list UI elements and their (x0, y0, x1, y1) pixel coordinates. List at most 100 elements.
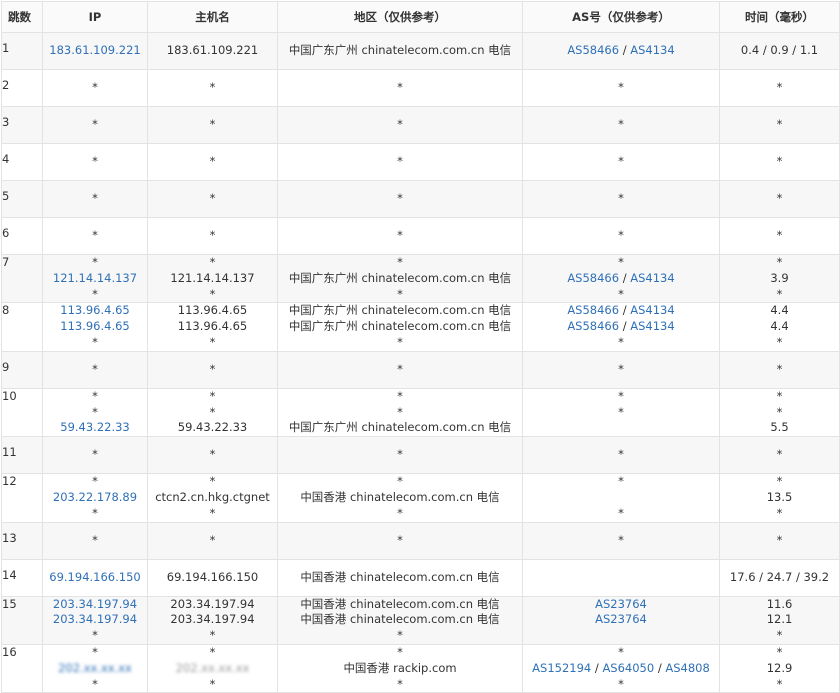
hostname-cell: * * 59.43.22.33 (147, 387, 278, 438)
asn-link[interactable]: AS4134 (630, 303, 674, 317)
asn-link[interactable]: AS58466 (567, 271, 619, 285)
region-cell-line: 中国广东广州 chinatelecom.com.cn 电信 (288, 270, 512, 285)
table-row: 13 * * * * * (1, 521, 840, 560)
ip-cell: 203.34.197.94 203.34.197.94 * (42, 595, 148, 645)
asn-link[interactable]: AS58466 (567, 43, 619, 57)
header-time: 时间（毫秒） (719, 1, 840, 33)
hostname-cell: * 202.xx.xx.xx * (147, 643, 278, 693)
ip-cell-line: * (92, 361, 98, 376)
time-cell: * (719, 436, 840, 475)
ip-link[interactable]: 113.96.4.65 (43, 319, 147, 335)
region-cell-line: * (397, 388, 403, 403)
ip-cell-line: * (92, 644, 98, 659)
time-cell-line: * (776, 532, 783, 547)
hop-number: 8 (1, 302, 43, 352)
asn-link[interactable]: AS23764 (595, 597, 647, 611)
table-row: 5 * * * * * (1, 180, 840, 218)
time-cell-line: 12.9 (766, 660, 793, 675)
asn-link[interactable]: AS4134 (630, 43, 674, 57)
asn-empty: * (618, 228, 624, 243)
hostname-cell-line: * (209, 228, 216, 243)
asn-link[interactable]: AS58466 (567, 303, 619, 317)
region-cell-line: 中国香港 chinatelecom.com.cn 电信 (300, 569, 500, 584)
hostname-cell-line: * (209, 154, 216, 169)
time-cell-line: * (776, 191, 783, 206)
asn-link[interactable]: AS4808 (665, 661, 709, 675)
ip-link[interactable]: 203.22.178.89 (43, 490, 147, 506)
hop-number: 10 (1, 387, 43, 438)
ip-link[interactable]: 183.61.109.221 (43, 43, 147, 59)
time-cell-line: * (776, 676, 783, 691)
hostname-cell-line: * (209, 404, 216, 419)
ip-link[interactable]: 202.xx.xx.xx (43, 661, 147, 677)
hostname-cell-line: 113.96.4.65 (177, 303, 248, 318)
asn-cell (522, 558, 720, 597)
hostname-cell-line: 203.34.197.94 (170, 596, 255, 611)
asn-link[interactable]: AS23764 (595, 612, 647, 626)
hop-number: 11 (1, 436, 43, 475)
region-cell: * (277, 106, 523, 144)
asn-link[interactable]: AS58466 (567, 319, 619, 333)
hop-number: 7 (1, 253, 43, 304)
asn-line: * (523, 362, 719, 378)
ip-link[interactable]: 59.43.22.33 (43, 420, 147, 436)
ip-cell: * (42, 436, 148, 475)
ip-cell: 69.194.166.150 (42, 558, 148, 597)
asn-link[interactable]: AS152194 (532, 661, 591, 675)
hostname-cell-line: 121.14.14.137 (170, 270, 255, 285)
ip-cell-line: * (92, 191, 98, 206)
hostname-cell: 183.61.109.221 (147, 32, 278, 70)
table-row: 4 * * * * * (1, 143, 840, 181)
asn-cell: * (522, 69, 720, 107)
ip-link[interactable]: 121.14.14.137 (43, 271, 147, 287)
asn-line: * (523, 228, 719, 244)
hostname-cell-line: 113.96.4.65 (177, 319, 248, 334)
region-cell: * (277, 521, 523, 560)
time-cell-line: 3.9 (770, 270, 789, 285)
ip-cell: * (42, 143, 148, 181)
ip-cell-line: * (92, 532, 98, 547)
ip-link[interactable]: 203.34.197.94 (43, 612, 147, 628)
region-cell: * (277, 350, 523, 389)
region-cell-line: * (397, 474, 403, 489)
time-cell-line: 17.6 / 24.7 / 39.2 (729, 569, 830, 584)
time-cell: * (719, 350, 840, 389)
ip-link[interactable]: 203.34.197.94 (43, 597, 147, 613)
asn-link[interactable]: AS64050 (602, 661, 654, 675)
ip-cell: * 121.14.14.137 * (42, 253, 148, 304)
hostname-cell-line: ctcn2.cn.hkg.ctgnet (155, 489, 270, 504)
table-row: 3 * * * * * (1, 106, 840, 144)
table-row: 14 69.194.166.150 69.194.166.150 中国香港 china… (1, 558, 840, 597)
region-cell-line: 中国香港 chinatelecom.com.cn 电信 (300, 489, 500, 504)
ip-cell-line: * (92, 447, 98, 462)
region-cell: * (277, 217, 523, 255)
table-row: 2 * * * * * (1, 69, 840, 107)
region-cell-line: * (397, 644, 403, 659)
hostname-cell-line: * (209, 388, 216, 403)
hostname-cell-line: * (209, 447, 216, 462)
asn-line: * (523, 255, 719, 271)
hostname-cell: 69.194.166.150 (147, 558, 278, 597)
asn-separator: / (619, 319, 631, 334)
asn-cell: * (522, 143, 720, 181)
asn-line (523, 420, 719, 436)
table-row: 7 * 121.14.14.137 * * 121.14.14.137 * * 中国广东广州 c… (1, 253, 840, 304)
time-cell-line: * (776, 255, 783, 269)
asn-cell: AS58466 / AS4134 (522, 32, 720, 70)
ip-link[interactable]: 69.194.166.150 (43, 570, 147, 586)
table-row: 6 * * * * * (1, 217, 840, 255)
asn-cell: * (522, 521, 720, 560)
asn-link[interactable]: AS4134 (630, 319, 674, 333)
hostname-cell-line: * (209, 505, 216, 520)
ip-link[interactable]: 113.96.4.65 (43, 303, 147, 319)
time-cell: * 12.9 * (719, 643, 840, 693)
table-row: 9 * * * * * (1, 350, 840, 389)
asn-empty: * (618, 474, 624, 489)
time-cell: * (719, 69, 840, 107)
hop-number: 1 (1, 32, 43, 70)
region-cell-line: * (397, 404, 403, 419)
hostname-cell-line: 59.43.22.33 (177, 420, 248, 435)
asn-empty: * (618, 334, 624, 349)
asn-link[interactable]: AS4134 (630, 271, 674, 285)
hostname-cell: * (147, 350, 278, 389)
